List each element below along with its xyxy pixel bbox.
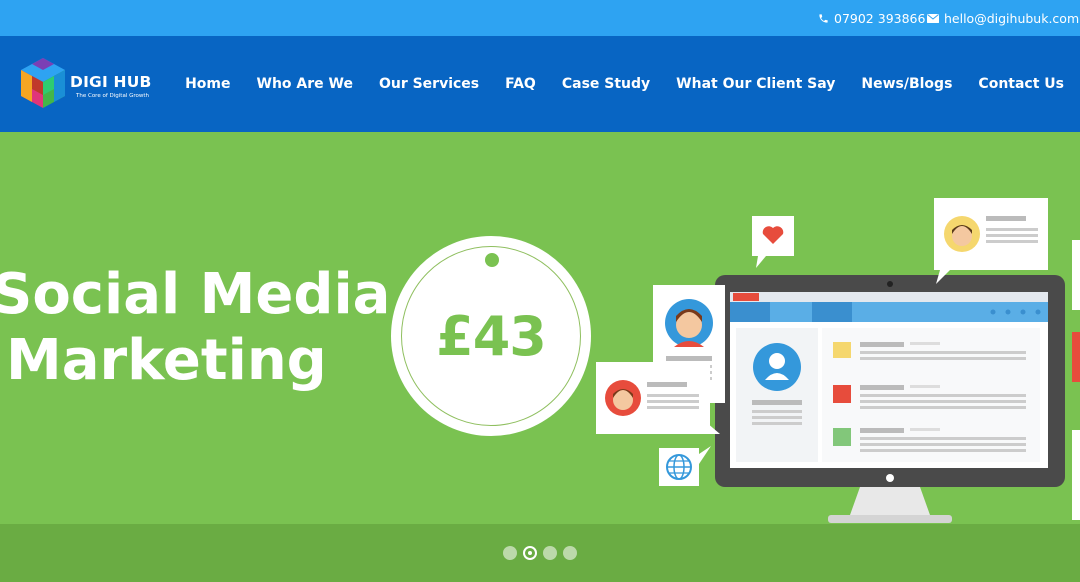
slider-dot-1[interactable]: [503, 546, 517, 560]
site-logo[interactable]: DIGI HUB The Core of Digital Growth: [18, 56, 158, 112]
logo-text: DIGI HUB: [70, 73, 152, 91]
main-navigation: Home Who Are We Our Services FAQ Case St…: [185, 36, 1064, 132]
nav-what-our-client-say[interactable]: What Our Client Say: [676, 76, 835, 92]
nav-who-are-we[interactable]: Who Are We: [257, 76, 353, 92]
logo-tagline: The Core of Digital Growth: [76, 93, 149, 99]
nav-case-study[interactable]: Case Study: [562, 76, 650, 92]
social-media-illustration: [596, 198, 1080, 523]
nav-our-services[interactable]: Our Services: [379, 76, 479, 92]
envelope-icon: [927, 13, 939, 23]
price-badge: £43: [391, 236, 591, 436]
hero-headline: Social Media Marketing: [0, 262, 390, 394]
phone-icon: [818, 13, 829, 24]
profile-bubble-icon: [934, 198, 1048, 284]
hero-headline-line2: Marketing: [6, 328, 327, 393]
price-value: £43: [436, 304, 547, 368]
slider-dot-3[interactable]: [543, 546, 557, 560]
slider-dot-4[interactable]: [563, 546, 577, 560]
slider-controls: [0, 524, 1080, 582]
logo-cube-icon: [21, 58, 65, 108]
nav-faq[interactable]: FAQ: [505, 76, 536, 92]
email-address: hello@digihubuk.com: [944, 10, 1080, 26]
partial-card-icon: [1072, 240, 1080, 520]
heart-bubble-icon: [752, 216, 794, 268]
main-header: DIGI HUB The Core of Digital Growth Home…: [0, 36, 1080, 132]
support-bubble-icon: [596, 362, 720, 434]
phone-contact[interactable]: 07902 393866: [818, 0, 925, 36]
top-contact-bar: 07902 393866 hello@digihubuk.com: [0, 0, 1080, 36]
globe-bubble-icon: [659, 446, 711, 486]
hero-headline-line1: Social Media: [0, 262, 391, 327]
email-contact[interactable]: hello@digihubuk.com: [927, 0, 1079, 36]
nav-news-blogs[interactable]: News/Blogs: [861, 76, 952, 92]
monitor-stand-icon: [828, 487, 952, 523]
nav-home[interactable]: Home: [185, 76, 230, 92]
monitor-icon: [715, 275, 1065, 487]
hero-slide: Social Media Marketing £43: [0, 132, 1080, 524]
phone-number: 07902 393866: [834, 10, 926, 26]
slider-dot-2[interactable]: [523, 546, 537, 560]
slider-pagination: [503, 546, 577, 560]
nav-contact-us[interactable]: Contact Us: [978, 76, 1064, 92]
